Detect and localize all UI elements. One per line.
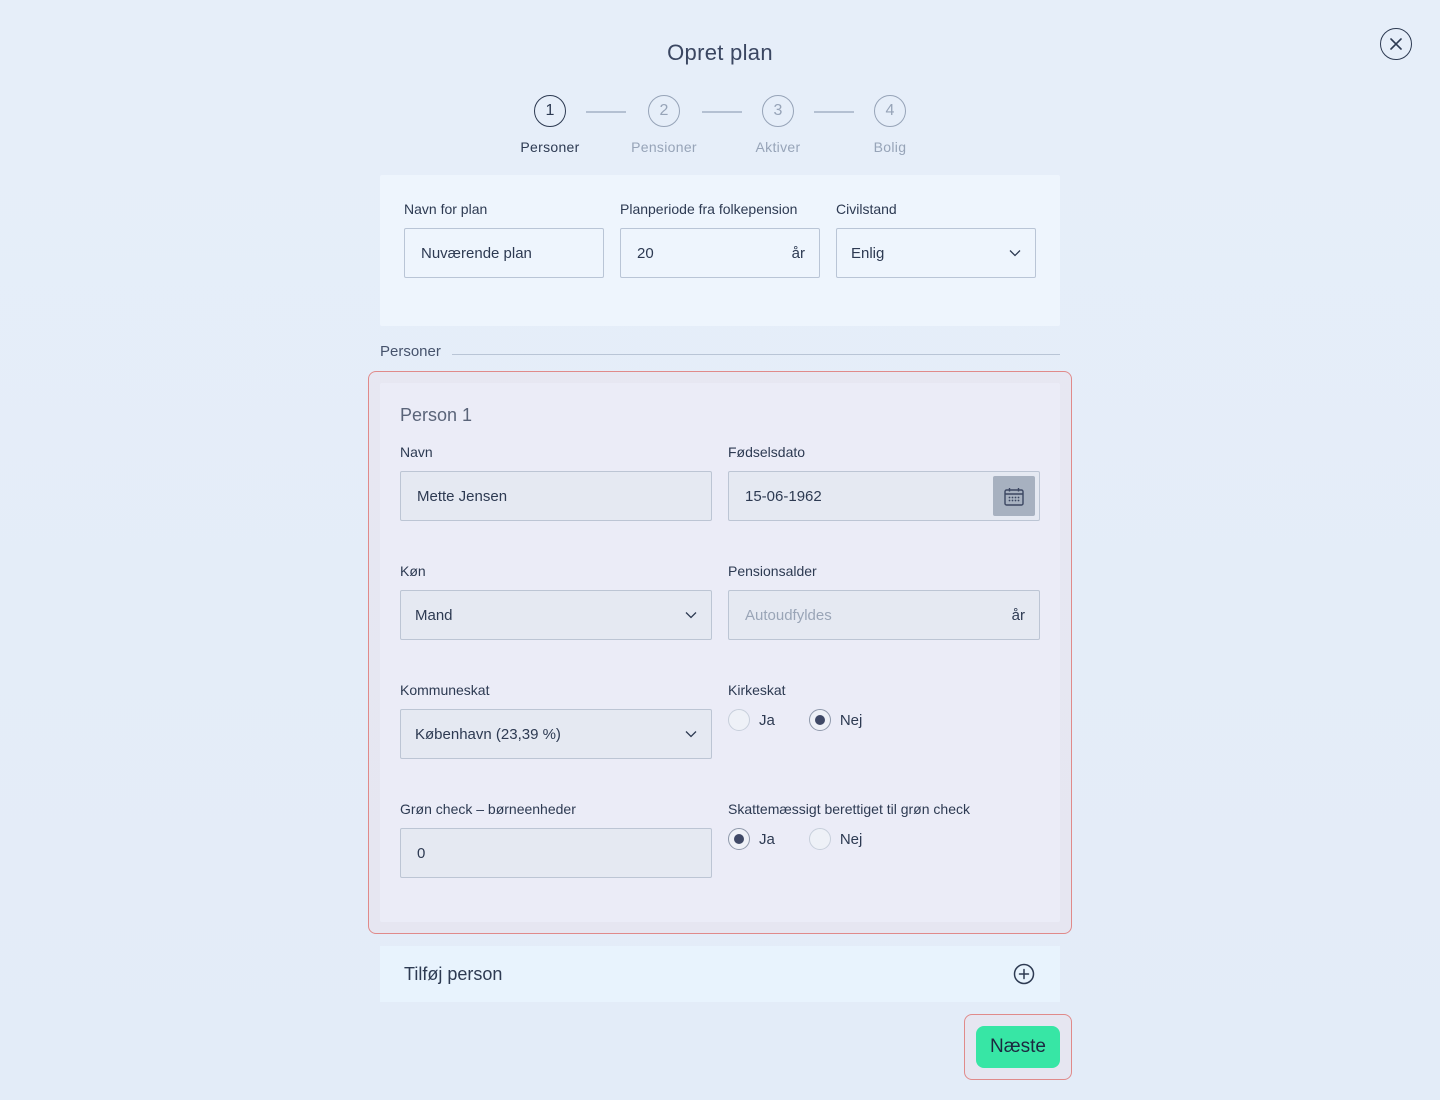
dialog-title: Opret plan — [667, 40, 773, 65]
radio-dot — [808, 709, 831, 731]
persons-section-header: Personer — [380, 343, 1060, 363]
step-label: Pensioner — [631, 139, 697, 155]
pension-age-label: Pensionsalder — [728, 563, 817, 579]
radio-dot — [728, 828, 750, 850]
municipal-tax-label: Kommuneskat — [400, 682, 490, 698]
green-eligible-no-radio[interactable]: Nej — [808, 828, 863, 850]
radio-label: Ja — [759, 711, 775, 729]
radio-label: Nej — [839, 830, 863, 848]
pension-age-suffix: år — [1011, 606, 1025, 624]
chevron-down-icon — [1009, 250, 1021, 257]
add-person-label: Tilføj person — [404, 963, 503, 984]
green-eligible-radio-group: Ja Nej — [728, 828, 896, 850]
church-tax-radio-group: Ja Nej — [728, 709, 896, 731]
stepper: 1 Personer 2 Pensioner 3 Aktiver 4 Bolig — [0, 95, 1440, 165]
plan-name-label: Navn for plan — [404, 201, 488, 217]
plan-card: Navn for plan Nuværende plan Planperiode… — [380, 175, 1060, 326]
next-button[interactable]: Næste — [976, 1026, 1060, 1068]
plan-period-label: Planperiode fra folkepension — [620, 201, 798, 217]
gender-select[interactable]: Mand — [400, 590, 712, 640]
radio-label: Ja — [759, 830, 775, 848]
gender-label: Køn — [400, 563, 426, 579]
step-aktiver[interactable]: 3 Aktiver — [728, 95, 828, 155]
person-card: Person 1 Navn Mette Jensen Fødselsdato 1… — [380, 383, 1060, 922]
civil-status-select[interactable]: Enlig — [836, 228, 1036, 278]
church-tax-yes-radio[interactable]: Ja — [728, 709, 775, 731]
civil-status-value: Enlig — [851, 244, 885, 262]
church-tax-label: Kirkeskat — [728, 682, 786, 698]
plan-name-input[interactable]: Nuværende plan — [404, 228, 604, 278]
green-check-value: 0 — [417, 844, 426, 862]
radio-dot — [728, 709, 750, 731]
pension-age-placeholder: Autoudfyldes — [745, 606, 832, 624]
step-pensioner[interactable]: 2 Pensioner — [614, 95, 714, 155]
dob-value: 15-06-1962 — [745, 487, 822, 505]
step-bolig[interactable]: 4 Bolig — [840, 95, 940, 155]
civil-status-label: Civilstand — [836, 201, 897, 217]
person-name-value: Mette Jensen — [417, 487, 508, 505]
step-number: 1 — [534, 95, 566, 127]
person-name-input[interactable]: Mette Jensen — [400, 471, 712, 521]
step-personer[interactable]: 1 Personer — [500, 95, 600, 155]
person-name-label: Navn — [400, 444, 433, 460]
dob-input[interactable]: 15-06-1962 — [728, 471, 1040, 521]
plan-period-input[interactable]: 20 år — [620, 228, 820, 278]
calendar-icon — [1004, 487, 1024, 506]
green-eligible-label: Skattemæssigt berettiget til grøn check — [728, 801, 970, 817]
persons-section-label: Personer — [380, 343, 441, 360]
radio-label: Nej — [839, 711, 863, 729]
step-label: Personer — [520, 139, 580, 155]
green-eligible-yes-radio[interactable]: Ja — [728, 828, 775, 850]
calendar-button[interactable] — [993, 476, 1035, 516]
pension-age-input[interactable]: Autoudfyldes år — [728, 590, 1040, 640]
person-title: Person 1 — [400, 405, 473, 425]
plus-circle-icon — [1013, 963, 1035, 985]
municipal-tax-select[interactable]: København (23,39 %) — [400, 709, 712, 759]
church-tax-no-radio[interactable]: Nej — [808, 709, 863, 731]
add-person-button[interactable]: Tilføj person — [380, 946, 1060, 1002]
section-divider — [452, 354, 1060, 355]
step-label: Aktiver — [755, 139, 801, 155]
green-check-label: Grøn check – børneenheder — [400, 801, 576, 817]
chevron-down-icon — [685, 612, 697, 619]
green-check-input[interactable]: 0 — [400, 828, 712, 878]
municipal-tax-value: København (23,39 %) — [415, 725, 561, 743]
plan-period-suffix: år — [791, 244, 805, 262]
plan-name-value: Nuværende plan — [421, 244, 532, 262]
chevron-down-icon — [685, 731, 697, 738]
radio-dot — [808, 828, 831, 850]
dob-label: Fødselsdato — [728, 444, 806, 460]
gender-value: Mand — [415, 606, 453, 624]
step-number: 4 — [874, 95, 906, 127]
step-label: Bolig — [873, 139, 907, 155]
step-number: 2 — [648, 95, 680, 127]
plan-period-value: 20 — [637, 244, 654, 262]
step-number: 3 — [762, 95, 794, 127]
